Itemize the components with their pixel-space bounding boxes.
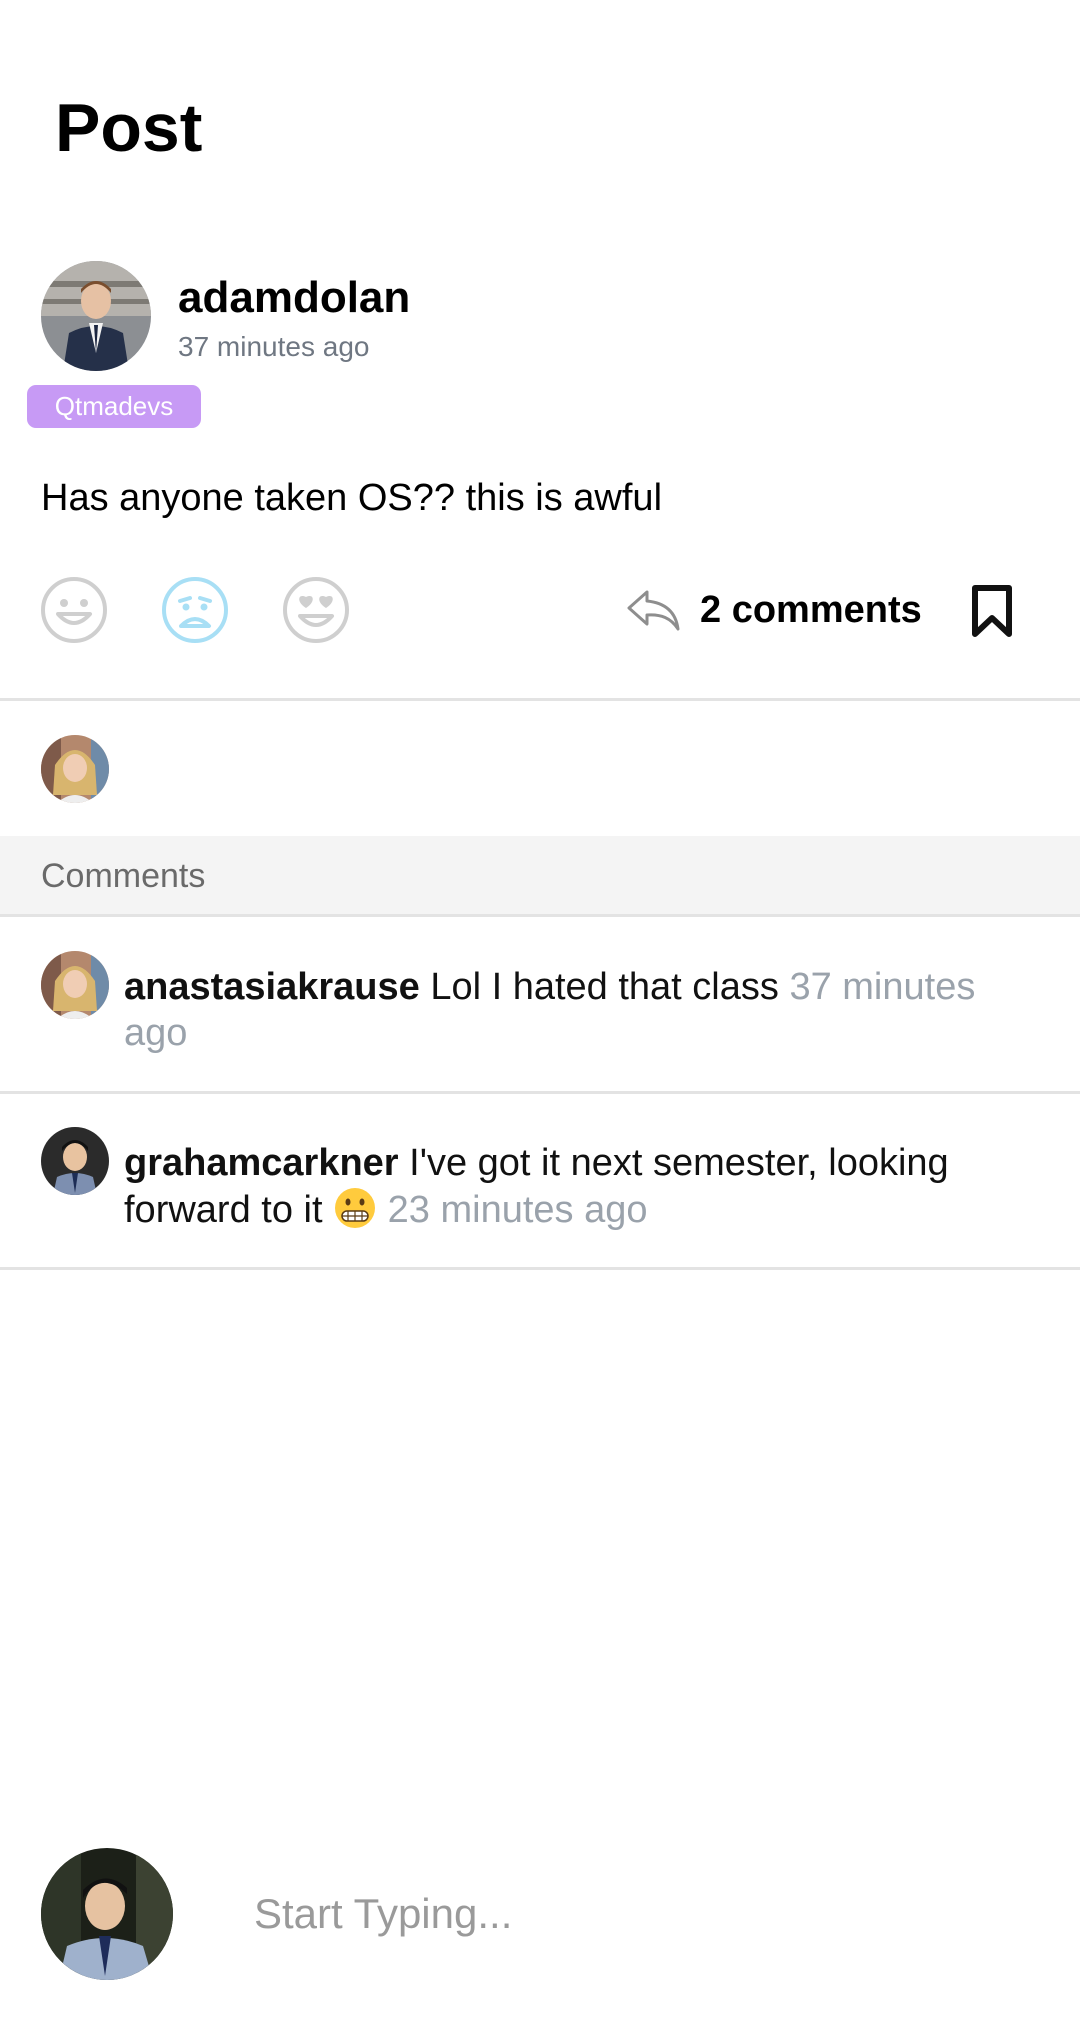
post-body: Has anyone taken OS?? this is awful — [41, 477, 663, 519]
divider — [0, 1091, 1080, 1094]
comment-item: anastasiakrause Lol I hated that class 3… — [124, 964, 1024, 1056]
comments-section-header: Comments — [0, 836, 1080, 916]
comments-count[interactable]: 2 comments — [700, 586, 922, 634]
grimacing-face-emoji — [333, 1186, 377, 1230]
author-avatar[interactable] — [41, 261, 151, 371]
smile-icon[interactable] — [40, 576, 108, 644]
comment-username[interactable]: grahamcarkner — [124, 1142, 399, 1184]
comment-avatar[interactable] — [41, 951, 109, 1019]
sad-face-icon[interactable] — [161, 576, 229, 644]
divider — [0, 698, 1080, 701]
comment-username[interactable]: anastasiakrause — [124, 966, 420, 1008]
post-timestamp: 37 minutes ago — [178, 331, 370, 362]
divider — [0, 914, 1080, 917]
comment-item: grahamcarkner I've got it next semester,… — [124, 1140, 1024, 1233]
page-title: Post — [55, 90, 203, 166]
reactor-avatar[interactable] — [41, 735, 109, 803]
comment-input[interactable] — [254, 1884, 1034, 1944]
reply-icon[interactable] — [625, 588, 681, 632]
heart-eyes-icon[interactable] — [282, 576, 350, 644]
comment-body: Lol I hated that class — [430, 966, 779, 1008]
comments-header-label: Comments — [41, 857, 206, 895]
divider — [0, 1267, 1080, 1270]
comment-avatar[interactable] — [41, 1127, 109, 1195]
author-name[interactable]: adamdolan — [178, 272, 410, 324]
comment-timestamp: 23 minutes ago — [387, 1189, 648, 1231]
current-user-avatar[interactable] — [41, 1848, 173, 1980]
group-badge[interactable]: Qtmadevs — [27, 385, 201, 428]
post-screen: Post adamdolan 37 minutes ago Qtmadevs H… — [0, 0, 1080, 2022]
bookmark-icon[interactable] — [970, 584, 1014, 638]
